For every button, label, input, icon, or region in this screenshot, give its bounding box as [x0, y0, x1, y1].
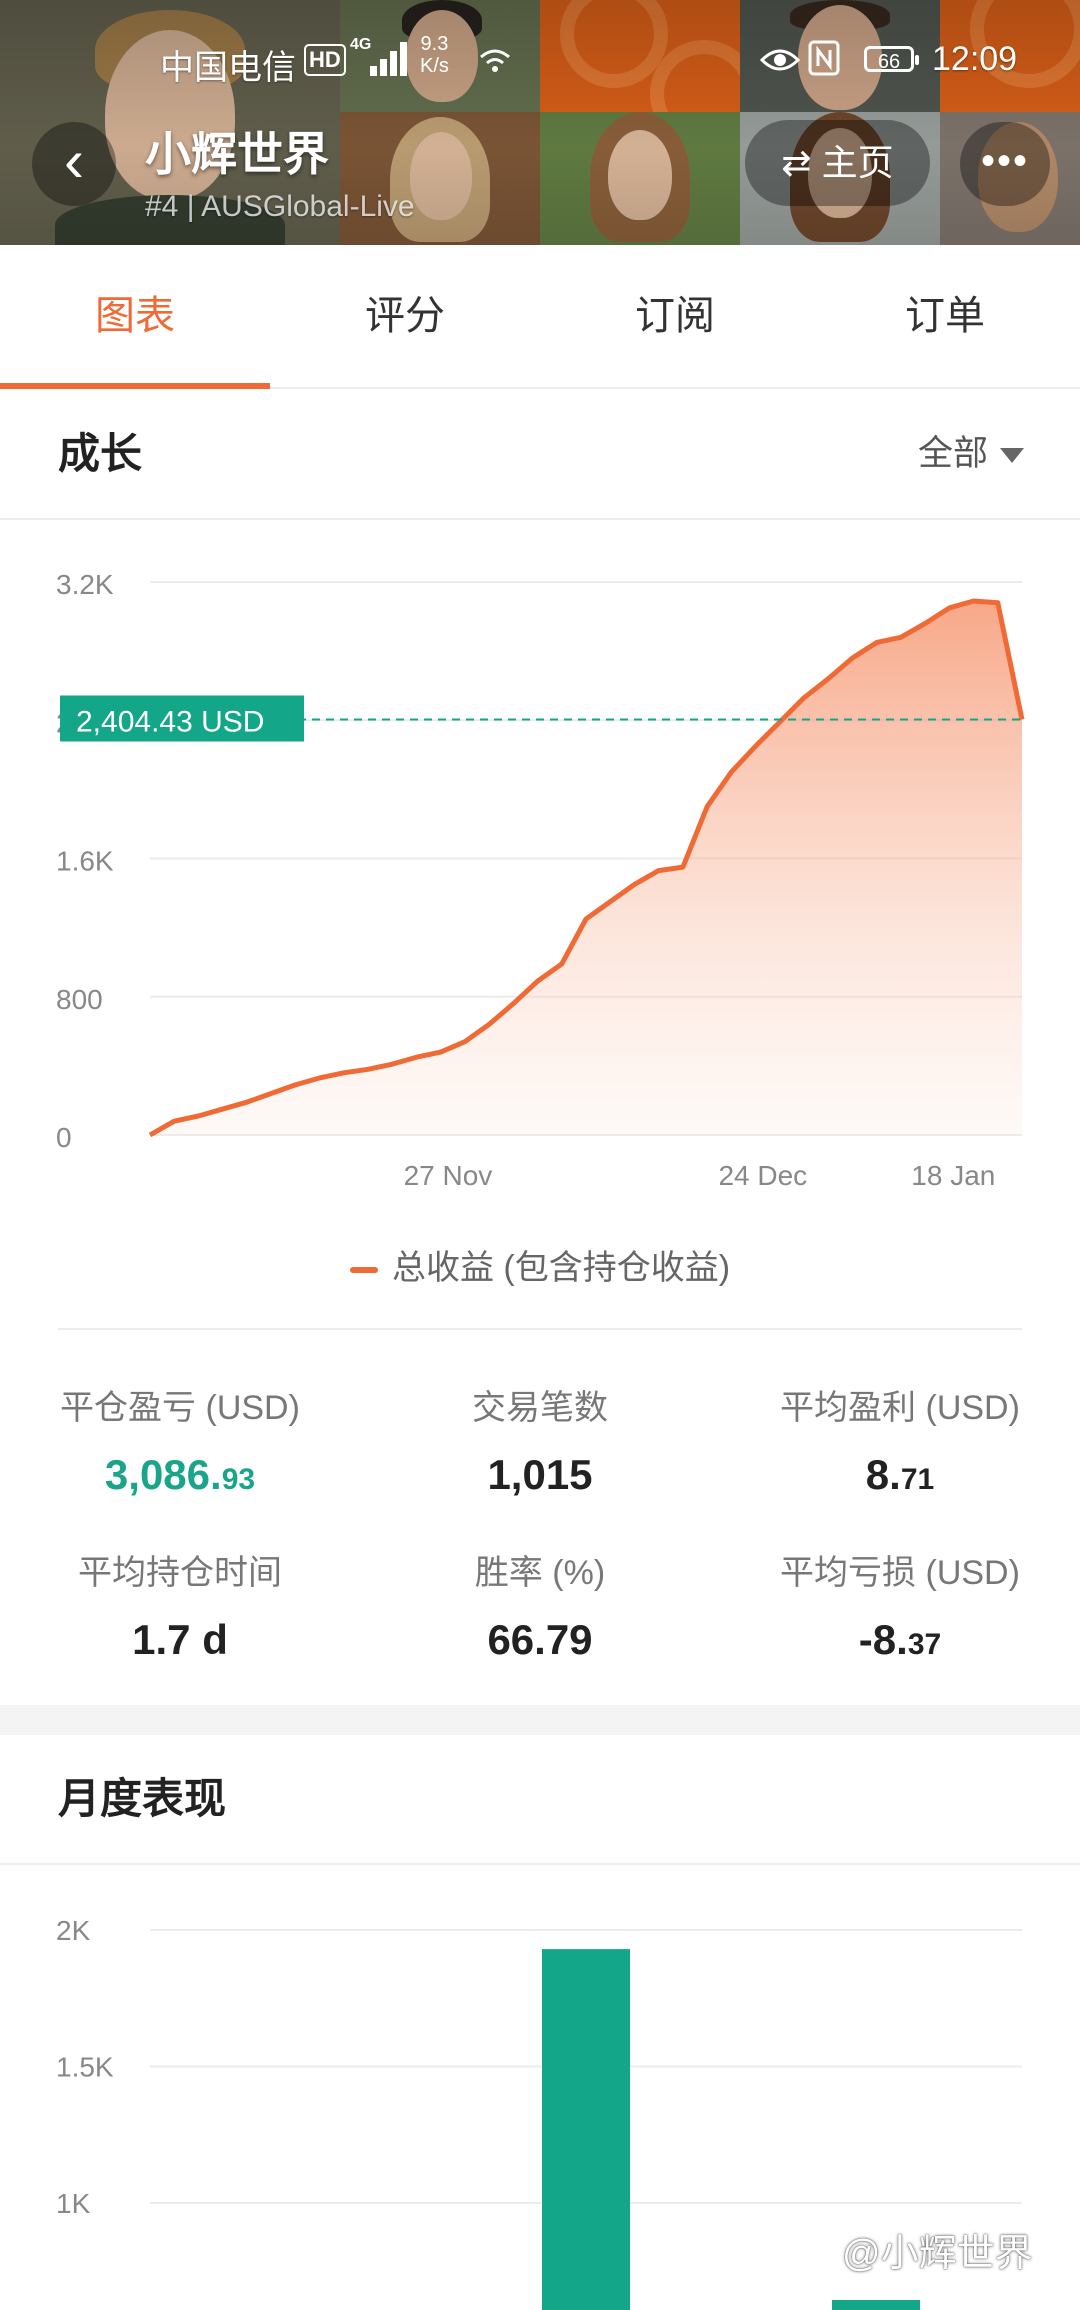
- stat-average-profit: 平均盈利 (USD) 8.71: [780, 1389, 1020, 1498]
- range-filter-dropdown[interactable]: 全部: [918, 390, 1024, 518]
- status-bar: 中国电信 HD 4G 9.3 K/s 66 12:09: [0, 0, 1080, 110]
- eye-icon: [759, 44, 801, 72]
- x-tick-label: 18 Jan: [911, 1160, 995, 1191]
- carrier-name: 中国电信: [160, 49, 296, 87]
- chevron-left-icon: ‹: [64, 127, 84, 194]
- wifi-off-icon: [478, 44, 512, 72]
- legend-swatch: [349, 1267, 378, 1274]
- growth-chart: 08001.6K2.4K3.2K2,404.43 USD27 Nov24 Dec…: [56, 569, 1025, 1191]
- x-tick-label: 24 Dec: [718, 1160, 807, 1191]
- growth-section-header: 成长 全部: [0, 390, 1080, 520]
- stat-average-holding-time: 平均持仓时间 1.7 d: [78, 1554, 282, 1663]
- page-title: 小辉世界: [145, 128, 329, 180]
- chart-legend: 总收益 (包含持仓收益): [0, 1240, 1080, 1289]
- nfc-icon: [808, 40, 840, 76]
- bar: [832, 2300, 920, 2310]
- watermark: @小辉世界: [842, 2233, 1033, 2275]
- x-tick-label: 27 Nov: [404, 1160, 493, 1191]
- switch-icon: ⇄: [781, 142, 822, 183]
- stat-average-loss: 平均亏损 (USD) -8.37: [780, 1554, 1020, 1663]
- back-button[interactable]: ‹: [32, 122, 116, 206]
- tab-rating[interactable]: 评分: [270, 245, 540, 387]
- y-tick-label: 1K: [56, 2188, 91, 2219]
- clock: 12:09: [932, 40, 1018, 78]
- battery-icon: 66: [864, 46, 919, 73]
- legend-label: 总收益 (包含持仓收益): [391, 1249, 731, 1287]
- y-tick-label: 1.6K: [56, 846, 114, 877]
- growth-title: 成长: [58, 430, 143, 477]
- y-tick-label: 0: [56, 1122, 72, 1153]
- tab-subscription[interactable]: 订阅: [540, 245, 810, 387]
- tab-chart[interactable]: 图表: [0, 245, 270, 389]
- account-subtitle: #4 | AUSGlobal-Live: [145, 190, 415, 223]
- network-speed: 9.3 K/s: [420, 33, 449, 77]
- tab-bar: 图表 评分 订阅 订单: [0, 245, 1080, 389]
- monthly-section-header: 月度表现: [0, 1735, 1080, 1865]
- home-button[interactable]: ⇄ 主页: [745, 120, 930, 206]
- stat-trade-count: 交易笔数 1,015: [472, 1389, 608, 1498]
- y-tick-label: 1.5K: [56, 2052, 114, 2083]
- y-tick-label: 3.2K: [56, 569, 114, 600]
- current-value-label: 2,404.43 USD: [76, 705, 264, 738]
- stat-win-rate: 胜率 (%) 66.79: [474, 1554, 606, 1663]
- caret-down-icon: [1000, 448, 1024, 464]
- profile-header: 中国电信 HD 4G 9.3 K/s 66 12:09 ‹ 小辉世界 #4 | …: [0, 0, 1080, 245]
- hd-badge: HD: [304, 44, 346, 76]
- y-tick-label: 800: [56, 984, 103, 1015]
- y-tick-label: 2K: [56, 1915, 91, 1946]
- more-dots-icon: •••: [980, 139, 1029, 183]
- tab-orders[interactable]: 订单: [810, 245, 1080, 387]
- area-fill: [150, 601, 1022, 1135]
- monthly-title: 月度表现: [58, 1775, 227, 1822]
- bar: [542, 1949, 630, 2310]
- signal-icon: [356, 40, 410, 76]
- stat-closed-pnl: 平仓盈亏 (USD) 3,086.93: [60, 1389, 300, 1498]
- more-button[interactable]: •••: [960, 122, 1050, 206]
